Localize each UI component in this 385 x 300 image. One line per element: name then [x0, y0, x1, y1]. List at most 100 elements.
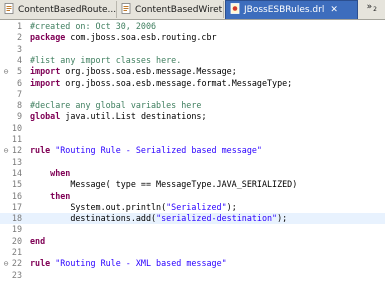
code-line[interactable]: 9 global java.util.List destinations;	[0, 111, 385, 122]
code-text: #list any import classes here.	[30, 55, 181, 66]
code-line[interactable]: 10	[0, 123, 385, 134]
code-line[interactable]: 15 Message( type == MessageType.JAVA_SER…	[0, 179, 385, 190]
line-number: 15	[11, 179, 22, 190]
code-line[interactable]: 1 #created on: Oct 30, 2006	[0, 21, 385, 32]
line-number: 22	[11, 258, 22, 269]
line-number: 3	[16, 43, 22, 54]
code-text: end	[30, 236, 45, 247]
code-line[interactable]: 14 when	[0, 168, 385, 179]
code-text: package com.jboss.soa.esb.routing.cbr	[30, 32, 217, 43]
code-text: Message( type == MessageType.JAVA_SERIAL…	[30, 179, 297, 190]
code-token: System.out.println(	[30, 201, 167, 212]
tab-label: ContentBasedRoute...	[18, 4, 117, 15]
code-line[interactable]: 3	[0, 44, 385, 55]
code-token: );	[277, 213, 288, 224]
line-number: 2	[16, 32, 22, 43]
line-number: 11	[11, 134, 22, 144]
code-line[interactable]: 16 then	[0, 191, 385, 202]
keyword-token: end	[30, 235, 46, 246]
code-line[interactable]: 8 #declare any global variables here	[0, 100, 385, 111]
keyword-token: then	[50, 190, 71, 201]
code-text: rule "Routing Rule - XML based message"	[30, 258, 227, 269]
keyword-token: when	[50, 167, 71, 178]
line-number: 17	[11, 201, 22, 212]
comment-token: #declare any global variables here	[30, 100, 202, 111]
tab-label: JBossESBRules.drl	[244, 5, 325, 15]
chevron-double-right-icon: »	[366, 2, 373, 12]
string-token: "serialized-destination"	[156, 213, 278, 224]
close-tab-icon[interactable]: ✕	[330, 5, 338, 15]
code-line[interactable]: 4 #list any import classes here.	[0, 55, 385, 66]
line-number: 6	[16, 77, 22, 88]
code-text: #declare any global variables here	[30, 100, 201, 111]
tab-jboss-esb-rules[interactable]: JBossESBRules.drl ✕	[225, 0, 358, 19]
keyword-token: import	[30, 77, 61, 88]
hidden-tab-count: 2	[373, 6, 377, 13]
keyword-token: package	[30, 32, 66, 43]
code-text: import org.jboss.soa.esb.message.format.…	[30, 78, 292, 89]
keyword-token: global	[30, 111, 61, 122]
line-number: 18	[11, 213, 22, 224]
line-number: 12	[11, 145, 22, 156]
line-number: 13	[11, 156, 22, 167]
line-number: 5	[16, 66, 22, 77]
line-number: 1	[16, 21, 22, 31]
code-token: );	[226, 201, 237, 212]
line-number: 23	[11, 269, 22, 280]
code-line[interactable]: 11	[0, 134, 385, 145]
code-text: then	[30, 191, 70, 202]
tab-content-based-wiretap[interactable]: ContentBasedWiret...	[117, 1, 224, 18]
tab-content-based-route[interactable]: ContentBasedRoute...	[0, 1, 117, 18]
code-text: System.out.println("Serialized");	[30, 201, 237, 213]
code-token: Message( type == MessageType.JAVA_SERIAL…	[30, 179, 298, 190]
line-number: 9	[16, 111, 22, 122]
code-line[interactable]: 19	[0, 224, 385, 235]
editor-tab-bar: ContentBasedRoute... ContentBasedWiret..…	[0, 0, 385, 20]
string-token: "Routing Rule - Serialized based message…	[55, 145, 262, 156]
keyword-token: rule	[30, 145, 51, 156]
java-file-icon	[121, 2, 131, 17]
string-token: "Serialized"	[166, 201, 227, 212]
code-text: destinations.add("serialized-destination…	[30, 213, 287, 224]
code-line[interactable]: ⊖ 5 import org.jboss.soa.esb.message.Messa…	[0, 66, 385, 77]
code-text: rule "Routing Rule - Serialized based me…	[30, 145, 262, 156]
code-line[interactable]: ⊖ 22 rule "Routing Rule - XML based messag…	[0, 258, 385, 269]
drl-file-icon	[230, 3, 240, 17]
keyword-token: rule	[30, 258, 51, 269]
tab-label: ContentBasedWiret...	[135, 4, 224, 15]
code-line[interactable]: 2 package com.jboss.soa.esb.routing.cbr	[0, 32, 385, 43]
code-line[interactable]: 23	[0, 270, 385, 281]
code-editor[interactable]: 1 #created on: Oct 30, 2006 2 package com.j…	[0, 20, 385, 300]
keyword-token: import	[30, 66, 61, 77]
code-text: #created on: Oct 30, 2006	[30, 21, 156, 32]
fold-collapse-icon[interactable]: ⊖	[2, 66, 10, 77]
code-token: destinations.add(	[30, 213, 157, 224]
line-number: 8	[16, 100, 22, 111]
code-text: global java.util.List destinations;	[30, 111, 207, 122]
code-line[interactable]: 18 destinations.add("serialized-destinat…	[0, 213, 385, 225]
code-token: com.jboss.soa.esb.routing.cbr	[65, 32, 217, 43]
code-line[interactable]: 21	[0, 247, 385, 258]
line-number: 7	[16, 88, 22, 99]
fold-collapse-icon[interactable]: ⊖	[2, 258, 10, 269]
code-text: when	[30, 168, 70, 179]
line-number: 10	[11, 122, 22, 133]
fold-collapse-icon[interactable]: ⊖	[2, 145, 10, 156]
code-text: import org.jboss.soa.esb.message.Message…	[30, 66, 237, 77]
line-number: 19	[11, 224, 22, 235]
code-line[interactable]: 7	[0, 89, 385, 100]
line-number: 14	[11, 167, 22, 178]
code-line[interactable]: 20 end	[0, 236, 385, 247]
code-line[interactable]: 13	[0, 157, 385, 168]
line-number: 4	[16, 54, 22, 65]
tab-overflow-button[interactable]: » 2	[367, 2, 377, 13]
line-number: 16	[11, 190, 22, 201]
string-token: "Routing Rule - XML based message"	[55, 258, 227, 269]
java-file-icon	[4, 2, 14, 17]
code-line[interactable]: ⊖ 12 rule "Routing Rule - Serialized based…	[0, 145, 385, 156]
code-token: org.jboss.soa.esb.message.format.Message…	[60, 77, 293, 88]
code-line[interactable]: 6 import org.jboss.soa.esb.message.format…	[0, 78, 385, 89]
code-line[interactable]: 17 System.out.println("Serialized");	[0, 202, 385, 213]
